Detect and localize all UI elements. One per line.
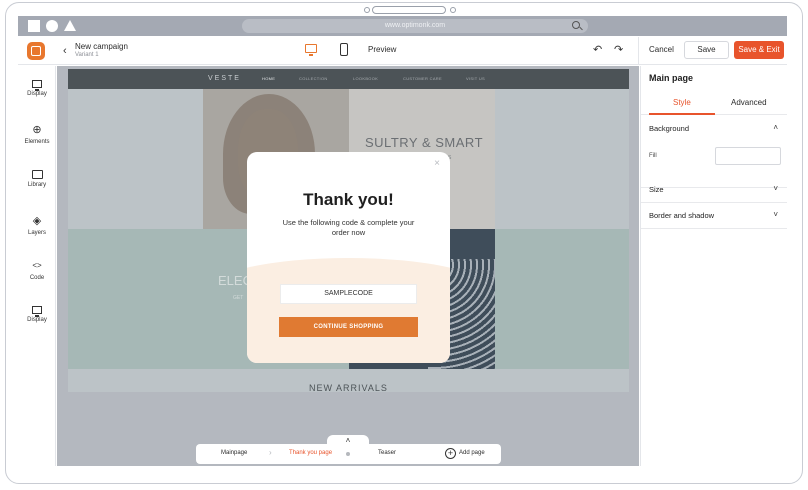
popup-text[interactable]: Use the following code & complete your o… [277,218,420,238]
url-text: www.optimonk.com [384,22,446,29]
square-icon[interactable] [28,20,40,32]
hero-heading: SULTRY & SMART [365,135,484,150]
cancel-button[interactable]: Cancel [649,45,674,54]
separator-dot [346,452,350,456]
panel-title: Main page [649,73,694,83]
add-page-icon[interactable]: + [445,448,456,459]
campaign-title: New campaign [75,42,128,51]
promo-subheading: GET [233,295,244,301]
page-navigator: Mainpage › Thank you page Teaser + Add p… [196,444,501,464]
active-tab-indicator [649,113,715,115]
sidebar-item-label: Elements [24,139,50,145]
section-size[interactable]: Size ˅ [641,177,787,203]
sidebar-item-label: Display [27,317,47,323]
sidebar-item-elements[interactable]: ⊕ Elements [18,124,56,145]
new-arrivals-heading: NEW ARRIVALS [309,383,388,392]
mobile-view-icon[interactable] [340,43,348,56]
sidebar-item-library[interactable]: Library [18,169,56,188]
continue-shopping-button[interactable]: CONTINUE SHOPPING [279,317,418,337]
fill-color-input[interactable] [715,147,781,165]
chevron-up-icon[interactable]: ˄ [773,123,778,132]
search-icon[interactable] [572,21,580,29]
popup-wave-background [247,258,450,363]
toolbar-divider [638,37,639,65]
redo-icon[interactable]: ↷ [614,43,623,56]
monitor-icon [32,80,42,91]
sidebar-item-code[interactable]: <> Code [18,260,56,281]
campaign-variant: Variant 1 [75,52,99,58]
fill-label: Fill [649,153,657,159]
editor-toolbar: ‹ New campaign Variant 1 Preview ↶ ↷ Can… [18,37,787,65]
section-label: Size [649,185,664,194]
site-navbar: VESTE HOME COLLECTION LOOKBOOK CUSTOMER … [68,69,629,89]
sidebar-item-label: Code [29,275,45,281]
circle-icon[interactable] [46,20,58,32]
monitor-icon [32,306,42,317]
preview-button[interactable]: Preview [368,45,396,54]
triangle-icon[interactable] [64,20,76,31]
app-logo[interactable] [27,42,45,60]
sidebar-item-display[interactable]: Display [18,79,56,97]
site-nav-link: HOME [262,76,276,81]
site-brand: VESTE [208,75,241,82]
close-icon[interactable]: × [434,158,440,169]
save-and-exit-button[interactable]: Save & Exit [734,41,784,59]
section-label: Background [649,124,690,133]
save-button[interactable]: Save [684,41,729,59]
speaker-icon [372,6,446,14]
sidebar-item-label: Library [27,182,47,188]
site-nav-link: LOOKBOOK [353,76,379,81]
page-tab-thank-you[interactable]: Thank you page [289,450,332,456]
section-border-shadow[interactable]: Border and shadow ˅ [641,203,787,229]
camera-dot-icon [364,7,370,13]
browser-bar: www.optimonk.com [18,16,787,36]
popup-preview[interactable]: × Thank you! Use the following code & co… [247,152,450,363]
sidebar-item-label: Layers [27,230,46,236]
add-page-button[interactable]: Add page [459,450,485,456]
back-chevron-icon[interactable]: ‹ [63,45,67,57]
editor-canvas[interactable]: VESTE HOME COLLECTION LOOKBOOK CUSTOMER … [57,66,639,466]
properties-panel: Main page Style Advanced Background ˄ Fi… [640,66,787,466]
undo-icon[interactable]: ↶ [593,43,602,56]
chevron-right-icon: › [269,448,272,457]
logo-mark-icon [31,46,41,56]
plus-circle-icon: ⊕ [32,124,42,136]
tab-style[interactable]: Style [673,98,691,107]
page-tab-mainpage[interactable]: Mainpage [221,450,247,456]
site-nav-link: COLLECTION [299,76,328,81]
chevron-down-icon[interactable]: ˅ [773,184,778,193]
coupon-code-box[interactable]: SAMPLECODE [280,284,417,304]
desktop-view-icon[interactable] [305,44,317,56]
tab-advanced[interactable]: Advanced [731,98,767,107]
page-tab-teaser[interactable]: Teaser [378,450,396,456]
layers-icon: ◈ [32,215,42,227]
code-icon: <> [32,261,42,270]
folder-icon [31,170,43,179]
site-nav-link: VISIT US [466,76,485,81]
sidebar-item-display-2[interactable]: Display [18,305,56,323]
site-nav-link: CUSTOMER CARE [403,76,442,81]
camera-dot-icon [450,7,456,13]
chevron-down-icon[interactable]: ˅ [773,210,778,219]
section-label: Border and shadow [649,211,715,220]
url-bar[interactable]: www.optimonk.com [242,19,588,33]
left-sidebar: Display ⊕ Elements Library ◈ Layers <> C… [18,66,56,466]
sidebar-item-layers[interactable]: ◈ Layers [18,215,56,236]
popup-title[interactable]: Thank you! [247,190,450,210]
sidebar-item-label: Display [27,91,47,97]
